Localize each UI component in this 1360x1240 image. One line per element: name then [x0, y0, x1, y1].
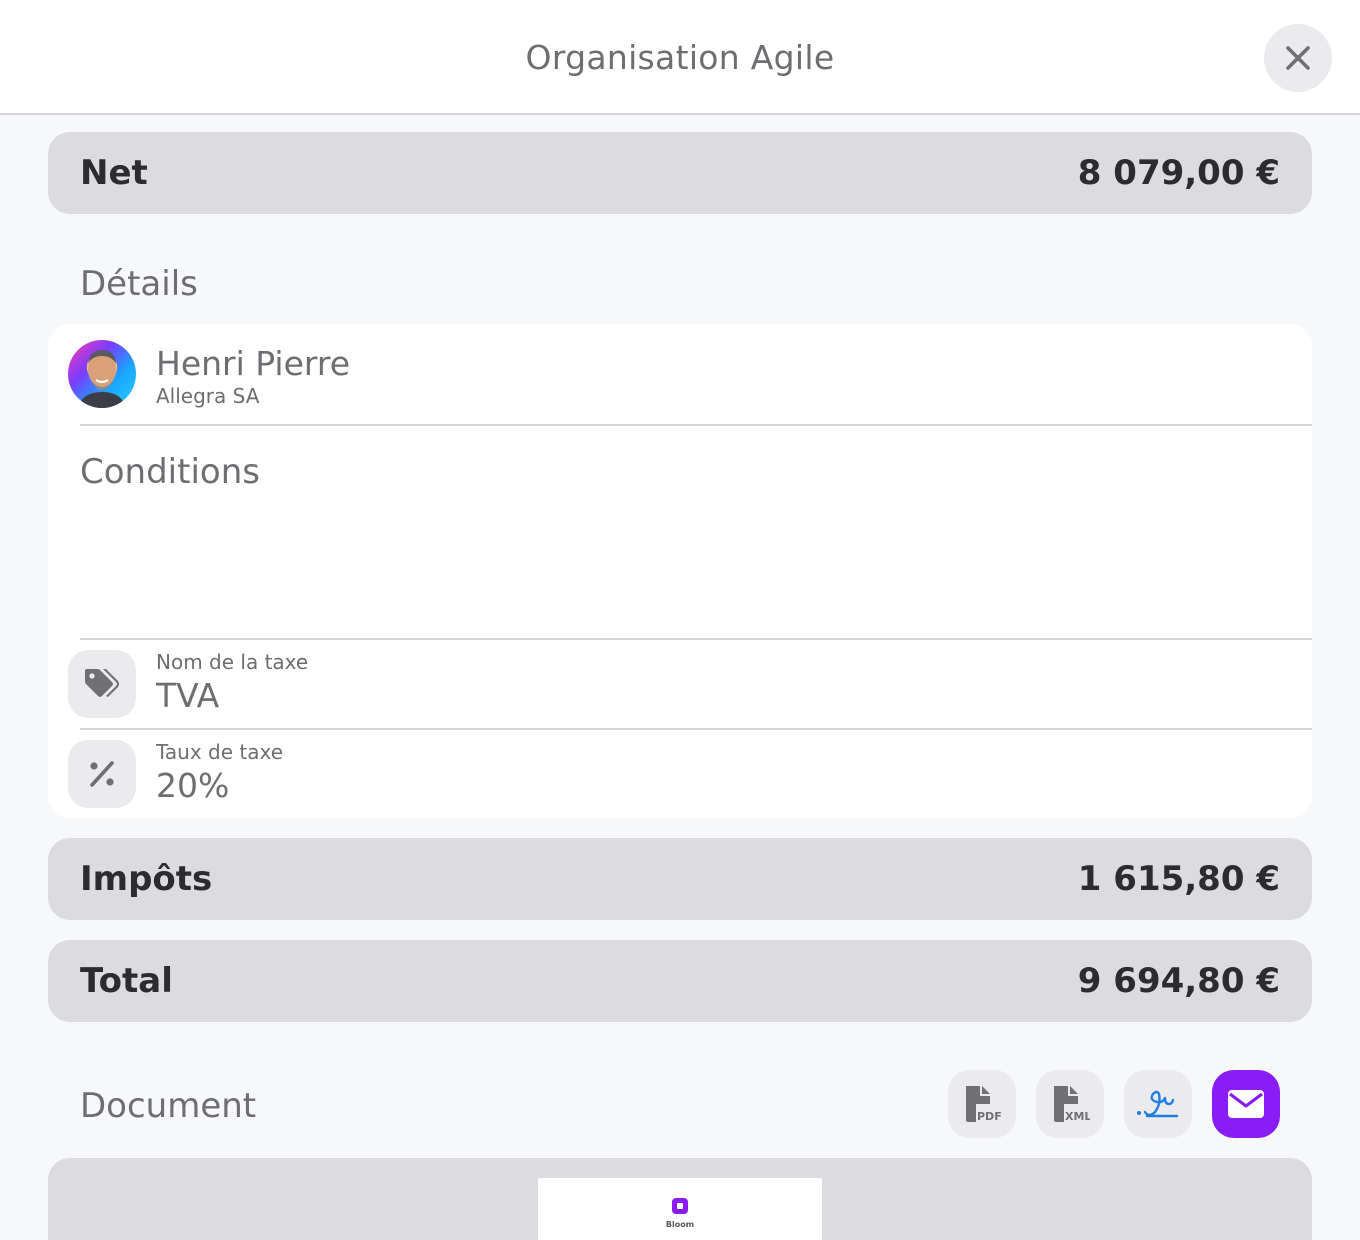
- document-preview-page: Bloom: [538, 1178, 822, 1240]
- total-value: 9 694,80 €: [1077, 961, 1280, 1001]
- tags-icon: [85, 669, 119, 697]
- pdf-file-icon: PDF: [966, 1086, 1002, 1123]
- tax-rate-value[interactable]: 20%: [156, 766, 229, 805]
- download-pdf-button[interactable]: PDF: [948, 1070, 1016, 1138]
- tax-rate-icon-box: [68, 740, 136, 808]
- tax-name-icon-box: [68, 650, 136, 718]
- document-preview[interactable]: Bloom: [48, 1158, 1312, 1240]
- close-button[interactable]: [1264, 24, 1332, 92]
- pdf-text: PDF: [977, 1110, 1002, 1123]
- details-section-title: Détails: [80, 264, 198, 304]
- modal-header: Organisation Agile: [0, 0, 1360, 115]
- tax-name-value[interactable]: TVA: [156, 676, 219, 715]
- divider: [80, 638, 1312, 640]
- sign-button[interactable]: [1124, 1070, 1192, 1138]
- envelope-icon: [1228, 1090, 1264, 1118]
- tax-rate-label: Taux de taxe: [156, 740, 284, 764]
- contact-name[interactable]: Henri Pierre: [156, 344, 350, 383]
- document-section-title: Document: [80, 1086, 257, 1126]
- avatar: [68, 340, 136, 408]
- xml-file-icon: XML: [1054, 1086, 1090, 1123]
- modal-title: Organisation Agile: [525, 38, 835, 77]
- send-email-button[interactable]: [1212, 1070, 1280, 1138]
- percent-icon: [90, 761, 114, 787]
- net-value: 8 079,00 €: [1077, 153, 1280, 193]
- taxes-label: Impôts: [80, 859, 213, 899]
- signature-icon: [1137, 1090, 1179, 1118]
- xml-text: XML: [1065, 1110, 1090, 1123]
- net-label: Net: [80, 153, 148, 193]
- total-label: Total: [80, 961, 173, 1001]
- document-actions: PDF XML: [948, 1070, 1280, 1138]
- net-summary-bar: Net 8 079,00 €: [48, 132, 1312, 214]
- contact-company: Allegra SA: [156, 384, 260, 408]
- total-summary-bar: Total 9 694,80 €: [48, 940, 1312, 1022]
- taxes-summary-bar: Impôts 1 615,80 €: [48, 838, 1312, 920]
- tax-name-label: Nom de la taxe: [156, 650, 309, 674]
- preview-brand-text: Bloom: [665, 1220, 695, 1229]
- details-card: Henri Pierre Allegra SA Conditions Nom d…: [48, 324, 1312, 818]
- brand-logo-icon: [672, 1198, 688, 1214]
- conditions-field[interactable]: Conditions: [80, 452, 260, 492]
- taxes-value: 1 615,80 €: [1077, 859, 1280, 899]
- divider: [80, 728, 1312, 730]
- close-icon: [1286, 46, 1310, 70]
- download-xml-button[interactable]: XML: [1036, 1070, 1104, 1138]
- divider: [80, 424, 1312, 426]
